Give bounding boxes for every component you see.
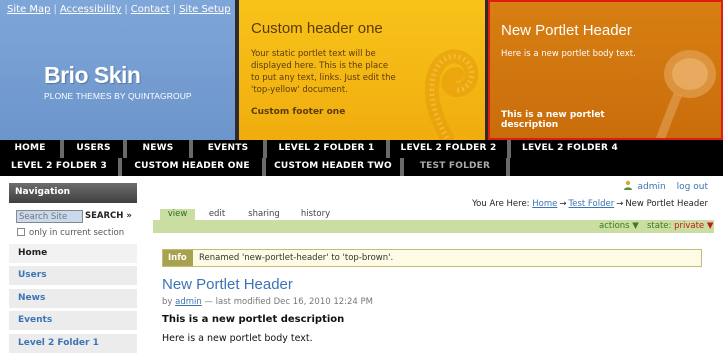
author-link[interactable]: admin [175, 297, 202, 307]
nav-level-2-folder-2[interactable]: LEVEL 2 FOLDER 2 [390, 140, 507, 158]
breadcrumb-home[interactable]: Home [532, 199, 557, 209]
breadcrumb-current: New Portlet Header [625, 199, 708, 209]
custom-header-one-portlet: Custom header one Your static portlet te… [239, 0, 485, 140]
nav-level-2-folder-1[interactable]: LEVEL 2 FOLDER 1 [267, 140, 386, 158]
site-map-link[interactable]: Site Map [7, 4, 50, 15]
user-icon [624, 180, 633, 190]
document-byline: by admin — last modified Dec 16, 2010 12… [162, 297, 373, 307]
only-current-section-label: only in current section [29, 228, 125, 238]
byline-modified: — last modified Dec 16, 2010 12:24 PM [204, 297, 373, 307]
header: Site Map | Accessibility | Contact | Site Setu… [0, 0, 723, 140]
nav-divider [506, 158, 510, 176]
portlet-body: Here is a new portlet body text. [501, 49, 636, 59]
breadcrumb-arrow: → [559, 199, 567, 209]
actions-menu[interactable]: actions ▼ [599, 221, 639, 231]
nav-level-2-folder-4[interactable]: LEVEL 2 FOLDER 4 [511, 140, 629, 158]
portlet-title: New Portlet Header [501, 22, 632, 39]
byline-by: by [162, 297, 173, 307]
site-actions: Site Map | Accessibility | Contact | Site Setu… [7, 4, 231, 15]
search-button[interactable]: SEARCH » [85, 210, 132, 223]
user-name-link[interactable]: admin [637, 182, 665, 192]
nav-custom-header-two[interactable]: CUSTOM HEADER TWO [266, 158, 400, 176]
nav-level-2-folder-3[interactable]: LEVEL 2 FOLDER 3 [0, 158, 118, 176]
navigation-portlet: Navigation SEARCH » only in current sect… [9, 183, 137, 353]
tab-view[interactable]: view [160, 209, 195, 220]
nav-events[interactable]: EVENTS [193, 140, 263, 158]
nav-users[interactable]: USERS [64, 140, 123, 158]
fern-spiral-decoration [425, 49, 479, 140]
new-portlet-header-portlet: New Portlet Header Here is a new portlet… [488, 0, 723, 140]
site-logo[interactable]: Brio Skin [44, 62, 141, 89]
seed-pod-decoration [655, 50, 716, 138]
nav-custom-header-one[interactable]: CUSTOM HEADER ONE [122, 158, 262, 176]
portlet-footer: Custom footer one [251, 107, 346, 117]
tab-sharing[interactable]: sharing [240, 209, 288, 220]
state-menu[interactable]: state: private ▼ [647, 221, 713, 231]
only-current-section-checkbox[interactable] [17, 228, 25, 236]
tab-edit[interactable]: edit [199, 209, 235, 220]
site-tagline: PLONE THEMES BY QUINTAGROUP [44, 91, 192, 101]
info-label: Info [163, 250, 193, 266]
info-message: Renamed 'new-portlet-header' to 'top-bro… [199, 253, 394, 263]
document-body: Here is a new portlet body text. [162, 333, 313, 344]
nav-news[interactable]: NEWS [127, 140, 189, 158]
sidebar-item-home[interactable]: Home [9, 244, 137, 263]
brand-block: Site Map | Accessibility | Contact | Site Setu… [0, 0, 235, 140]
status-message: Info Renamed 'new-portlet-header' to 'to… [162, 249, 702, 267]
navigation-heading: Navigation [9, 183, 137, 203]
nav-test-folder[interactable]: TEST FOLDER [404, 158, 506, 176]
site-setup-link[interactable]: Site Setup [179, 4, 230, 15]
search-input[interactable] [16, 210, 83, 223]
tab-history[interactable]: history [293, 209, 338, 220]
portlet-title: Custom header one [251, 20, 383, 37]
only-current-section-option[interactable]: only in current section [17, 228, 124, 238]
sidebar-item-events[interactable]: Events [9, 311, 137, 330]
breadcrumb-test-folder[interactable]: Test Folder [568, 199, 614, 209]
breadcrumb-arrow: → [616, 199, 624, 209]
personal-bar: admin log out [623, 180, 708, 192]
nav-home[interactable]: HOME [0, 140, 60, 158]
breadcrumb: You Are Here: Home → Test Folder → New Portl… [472, 199, 708, 209]
state-value[interactable]: private ▼ [674, 221, 713, 231]
breadcrumb-label: You Are Here: [472, 199, 530, 209]
portlet-body: Your static portlet text will be display… [251, 49, 396, 95]
accessibility-link[interactable]: Accessibility [60, 4, 122, 15]
global-nav: HOME USERS NEWS EVENTS LEVEL 2 FOLDER 1 … [0, 140, 723, 176]
portlet-description: This is a new portlet description [501, 110, 605, 130]
state-label: state: [647, 221, 672, 231]
page-title: New Portlet Header [162, 276, 293, 293]
sidebar-item-level-2-folder-1[interactable]: Level 2 Folder 1 [9, 334, 137, 353]
document-description: This is a new portlet description [162, 314, 345, 325]
contact-link[interactable]: Contact [131, 4, 170, 15]
logout-link[interactable]: log out [677, 182, 708, 192]
sidebar-item-users[interactable]: Users [9, 266, 137, 285]
sidebar-item-news[interactable]: News [9, 289, 137, 308]
